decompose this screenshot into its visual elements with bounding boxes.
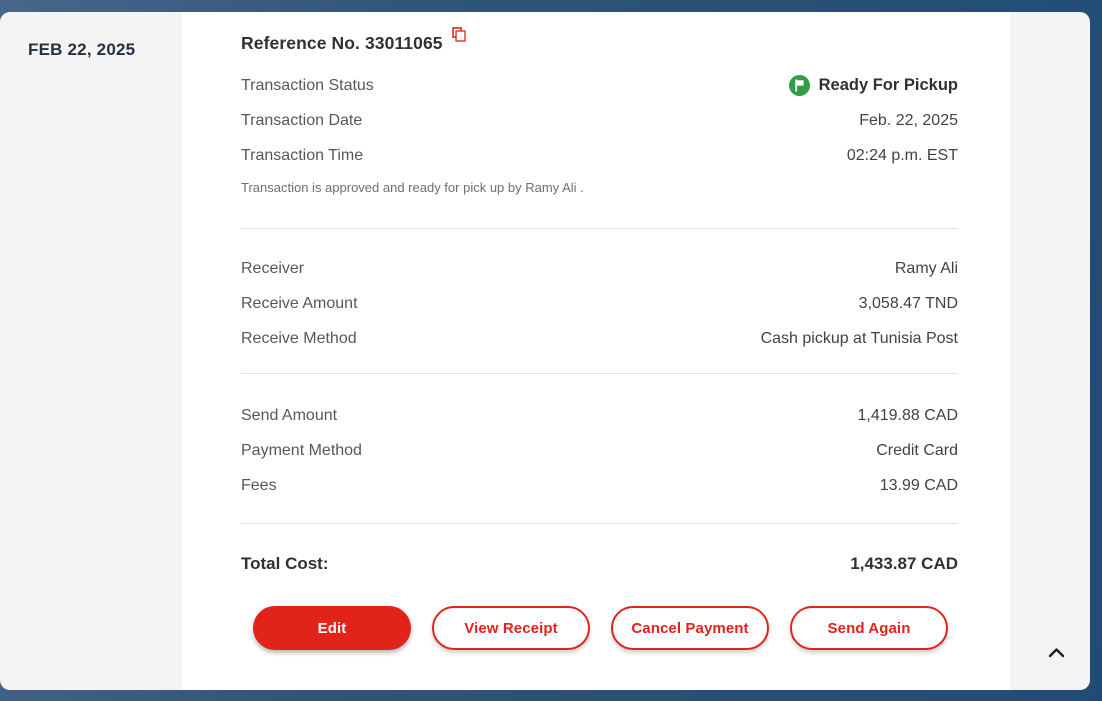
- flag-icon: [789, 75, 810, 96]
- receive-amount-row: Receive Amount 3,058.47 TND: [241, 286, 958, 321]
- status-text: Ready For Pickup: [819, 76, 958, 95]
- total-cost-row: Total Cost: 1,433.87 CAD: [241, 524, 958, 574]
- status-note: Transaction is approved and ready for pi…: [241, 180, 958, 195]
- receive-method-value: Cash pickup at Tunisia Post: [761, 330, 958, 348]
- receiver-value: Ramy Ali: [895, 260, 958, 278]
- copy-icon: [452, 30, 466, 45]
- transaction-date-label: Transaction Date: [241, 112, 362, 130]
- transaction-time-row: Transaction Time 02:24 p.m. EST: [241, 138, 958, 173]
- transaction-detail-card: Reference No. 33011065 Transaction Statu…: [182, 12, 1010, 690]
- transaction-status-label: Transaction Status: [241, 77, 374, 95]
- fees-row: Fees 13.99 CAD: [241, 468, 958, 503]
- transaction-date-row: Transaction Date Feb. 22, 2025: [241, 103, 958, 138]
- fees-value: 13.99 CAD: [880, 477, 958, 495]
- payment-method-row: Payment Method Credit Card: [241, 433, 958, 468]
- transaction-time-label: Transaction Time: [241, 147, 363, 165]
- total-cost-label: Total Cost:: [241, 554, 329, 574]
- send-amount-value: 1,419.88 CAD: [857, 407, 958, 425]
- copy-reference-button[interactable]: [452, 27, 466, 42]
- transaction-status-row: Transaction Status Ready For Pickup: [241, 68, 958, 103]
- send-amount-row: Send Amount 1,419.88 CAD: [241, 398, 958, 433]
- receiver-row: Receiver Ramy Ali: [241, 251, 958, 286]
- receive-amount-value: 3,058.47 TND: [859, 295, 958, 313]
- receive-amount-label: Receive Amount: [241, 295, 358, 313]
- receive-method-label: Receive Method: [241, 330, 357, 348]
- page-background: FEB 22, 2025 Reference No. 33011065: [0, 0, 1102, 701]
- total-cost-value: 1,433.87 CAD: [850, 554, 958, 574]
- collapse-details-button[interactable]: [1040, 636, 1072, 668]
- receiver-label: Receiver: [241, 260, 304, 278]
- cancel-payment-button[interactable]: Cancel Payment: [611, 606, 769, 650]
- transaction-status-value: Ready For Pickup: [789, 75, 958, 96]
- fees-label: Fees: [241, 477, 277, 495]
- transactions-panel: FEB 22, 2025 Reference No. 33011065: [0, 12, 1090, 690]
- edit-button[interactable]: Edit: [253, 606, 411, 650]
- receive-method-row: Receive Method Cash pickup at Tunisia Po…: [241, 321, 958, 356]
- payment-method-label: Payment Method: [241, 442, 362, 460]
- payment-method-value: Credit Card: [876, 442, 958, 460]
- reference-number: Reference No. 33011065: [241, 33, 443, 54]
- chevron-up-icon: [1048, 647, 1065, 658]
- transaction-date-group-label: FEB 22, 2025: [28, 40, 135, 60]
- transaction-date-value: Feb. 22, 2025: [859, 112, 958, 130]
- send-again-button[interactable]: Send Again: [790, 606, 948, 650]
- send-amount-label: Send Amount: [241, 407, 337, 425]
- transaction-time-value: 02:24 p.m. EST: [847, 147, 958, 165]
- view-receipt-button[interactable]: View Receipt: [432, 606, 590, 650]
